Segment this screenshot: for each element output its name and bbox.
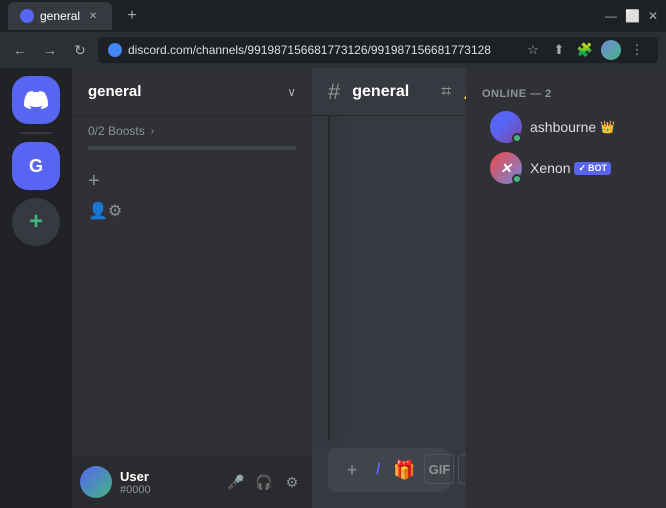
channel-sidebar: general ∨ 0/2 Boosts › + 👤⚙ User #0000 🎤 bbox=[72, 68, 312, 508]
message-input[interactable]: / bbox=[376, 461, 380, 479]
input-area: + / 🎁 GIF ⊞ 😊 bbox=[312, 448, 466, 508]
forward-button[interactable]: → bbox=[38, 38, 62, 62]
autocomplete-item-4[interactable]: /backup load Load a previously created b… bbox=[329, 243, 330, 348]
autocomplete-item-3[interactable]: /backup create Create a backup of this s… bbox=[329, 152, 330, 243]
autocomplete-item-5[interactable]: /backup cancel Cancel the currently runn… bbox=[329, 348, 330, 439]
profile-avatar bbox=[601, 40, 621, 60]
autocomplete-item-2[interactable]: /backup interval off Disable your backup… bbox=[329, 116, 330, 152]
user-tag: #0000 bbox=[120, 484, 216, 496]
user-info: User #0000 bbox=[120, 469, 216, 496]
active-tab[interactable]: general ✕ bbox=[8, 2, 112, 30]
channel-header: # general ⌗ 🔔 📌 👥 Search 🔍 📥 ? bbox=[312, 68, 466, 116]
new-tab-button[interactable]: + bbox=[120, 4, 144, 28]
tab-bar: general ✕ + — ⬜ ✕ bbox=[0, 0, 666, 32]
boost-bar bbox=[88, 146, 296, 150]
bot-badge-xenon: ✓ BOT bbox=[574, 162, 611, 175]
discord-app: G + general ∨ 0/2 Boosts › + 👤⚙ User #00 bbox=[0, 68, 666, 508]
address-bar-row: ← → ↻ discord.com/channels/9919871566817… bbox=[0, 32, 666, 68]
member-avatar-ashbourne bbox=[490, 111, 522, 143]
address-action-icons: ☆ ⬆ 🧩 ⋮ bbox=[522, 39, 648, 61]
mute-button[interactable]: 🎤 bbox=[224, 470, 248, 494]
autocomplete-popup: /backup interval show Show your current … bbox=[328, 116, 330, 440]
boost-label: 0/2 Boosts bbox=[88, 124, 145, 138]
channel-hash-icon: # bbox=[328, 79, 340, 105]
member-avatar-xenon: ✕ bbox=[490, 152, 522, 184]
channel-list: + 👤⚙ bbox=[72, 158, 312, 456]
member-status-xenon bbox=[512, 174, 522, 184]
profile-icon[interactable] bbox=[600, 39, 622, 61]
address-input[interactable]: discord.com/channels/991987156681773126/… bbox=[98, 37, 658, 63]
bot-label: BOT bbox=[588, 163, 607, 173]
share-icon[interactable]: ⬆ bbox=[548, 39, 570, 61]
server-chevron-icon: ∨ bbox=[287, 85, 296, 99]
member-name-ashbourne: ashbourne bbox=[530, 119, 596, 135]
sticker-button[interactable]: ⊞ bbox=[458, 454, 466, 484]
close-window-button[interactable]: ✕ bbox=[648, 9, 658, 23]
add-channel-area[interactable]: + bbox=[72, 166, 312, 197]
server-divider bbox=[20, 132, 52, 134]
google-icon bbox=[108, 43, 122, 57]
input-box: + / 🎁 GIF ⊞ 😊 bbox=[328, 448, 450, 492]
member-item-xenon[interactable]: ✕ Xenon ✓ BOT bbox=[474, 148, 658, 188]
member-name-row-xenon: Xenon ✓ BOT bbox=[530, 160, 611, 176]
member-item-ashbourne[interactable]: ashbourne 👑 bbox=[474, 107, 658, 147]
menu-icon[interactable]: ⋮ bbox=[626, 39, 648, 61]
user-avatar bbox=[80, 466, 112, 498]
current-server-icon[interactable]: G bbox=[12, 142, 60, 190]
boost-arrow-icon: › bbox=[151, 126, 154, 137]
tab-title: general bbox=[40, 9, 80, 23]
gif-button[interactable]: GIF bbox=[424, 454, 454, 484]
online-section-header: Online — 2 bbox=[466, 84, 666, 106]
home-server-icon[interactable] bbox=[12, 76, 60, 124]
channel-header-name: general bbox=[352, 83, 409, 101]
main-content: # general ⌗ 🔔 📌 👥 Search 🔍 📥 ? bbox=[312, 68, 466, 508]
bookmark-icon[interactable]: ☆ bbox=[522, 39, 544, 61]
tab-favicon-discord bbox=[20, 9, 34, 23]
add-member-icon: 👤⚙ bbox=[88, 201, 122, 221]
maximize-button[interactable]: ⬜ bbox=[625, 9, 640, 23]
message-area: /backup interval show Show your current … bbox=[312, 116, 466, 508]
gift-button[interactable]: 🎁 bbox=[388, 454, 420, 486]
deafen-button[interactable]: 🎧 bbox=[252, 470, 276, 494]
member-status-ashbourne bbox=[512, 133, 522, 143]
slash-indicator: / bbox=[376, 461, 380, 479]
add-server-button[interactable]: + bbox=[12, 198, 60, 246]
boost-area[interactable]: 0/2 Boosts › bbox=[72, 116, 312, 146]
back-button[interactable]: ← bbox=[8, 38, 32, 62]
members-sidebar: Online — 2 ashbourne 👑 ✕ Xenon ✓ BO bbox=[466, 68, 666, 508]
server-header[interactable]: general ∨ bbox=[72, 68, 312, 116]
channel-hashtag-icon[interactable]: ⌗ bbox=[441, 81, 451, 102]
server-list: G + bbox=[0, 68, 72, 508]
crown-icon-ashbourne: 👑 bbox=[600, 120, 615, 134]
bot-check-icon: ✓ bbox=[578, 163, 586, 174]
minimize-button[interactable]: — bbox=[605, 9, 617, 23]
settings-button[interactable]: ⚙ bbox=[280, 470, 304, 494]
reload-button[interactable]: ↻ bbox=[68, 38, 92, 62]
extensions-icon[interactable]: 🧩 bbox=[574, 39, 596, 61]
user-panel: User #0000 🎤 🎧 ⚙ bbox=[72, 456, 312, 508]
add-channel-icon: + bbox=[88, 170, 100, 193]
tab-close-button[interactable]: ✕ bbox=[86, 9, 100, 23]
member-name-xenon: Xenon bbox=[530, 160, 570, 176]
member-name-row-ashbourne: ashbourne 👑 bbox=[530, 119, 615, 135]
input-actions: 🎁 GIF ⊞ 😊 bbox=[388, 454, 466, 486]
address-text: discord.com/channels/991987156681773126/… bbox=[128, 43, 516, 57]
user-actions: 🎤 🎧 ⚙ bbox=[224, 470, 304, 494]
user-name: User bbox=[120, 469, 216, 484]
server-name: general bbox=[88, 83, 141, 100]
add-member-area[interactable]: 👤⚙ bbox=[72, 197, 312, 225]
attach-button[interactable]: + bbox=[336, 454, 368, 486]
